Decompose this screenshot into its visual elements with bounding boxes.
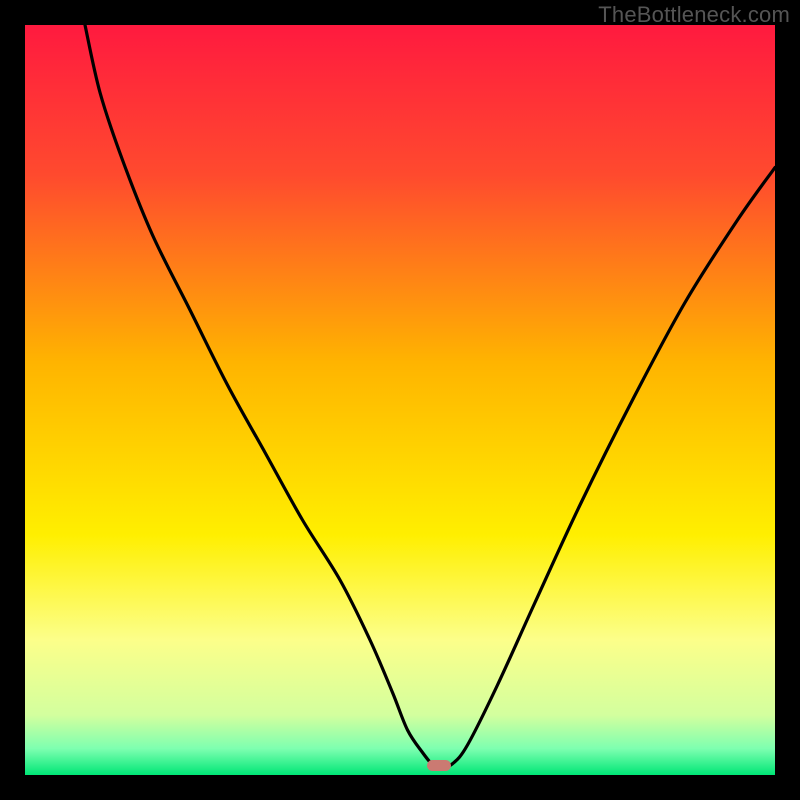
gradient-background xyxy=(25,25,775,775)
watermark-text: TheBottleneck.com xyxy=(598,2,790,28)
chart-frame: TheBottleneck.com xyxy=(0,0,800,800)
optimal-marker xyxy=(427,760,451,771)
plot-area xyxy=(25,25,775,775)
plot-svg xyxy=(25,25,775,775)
